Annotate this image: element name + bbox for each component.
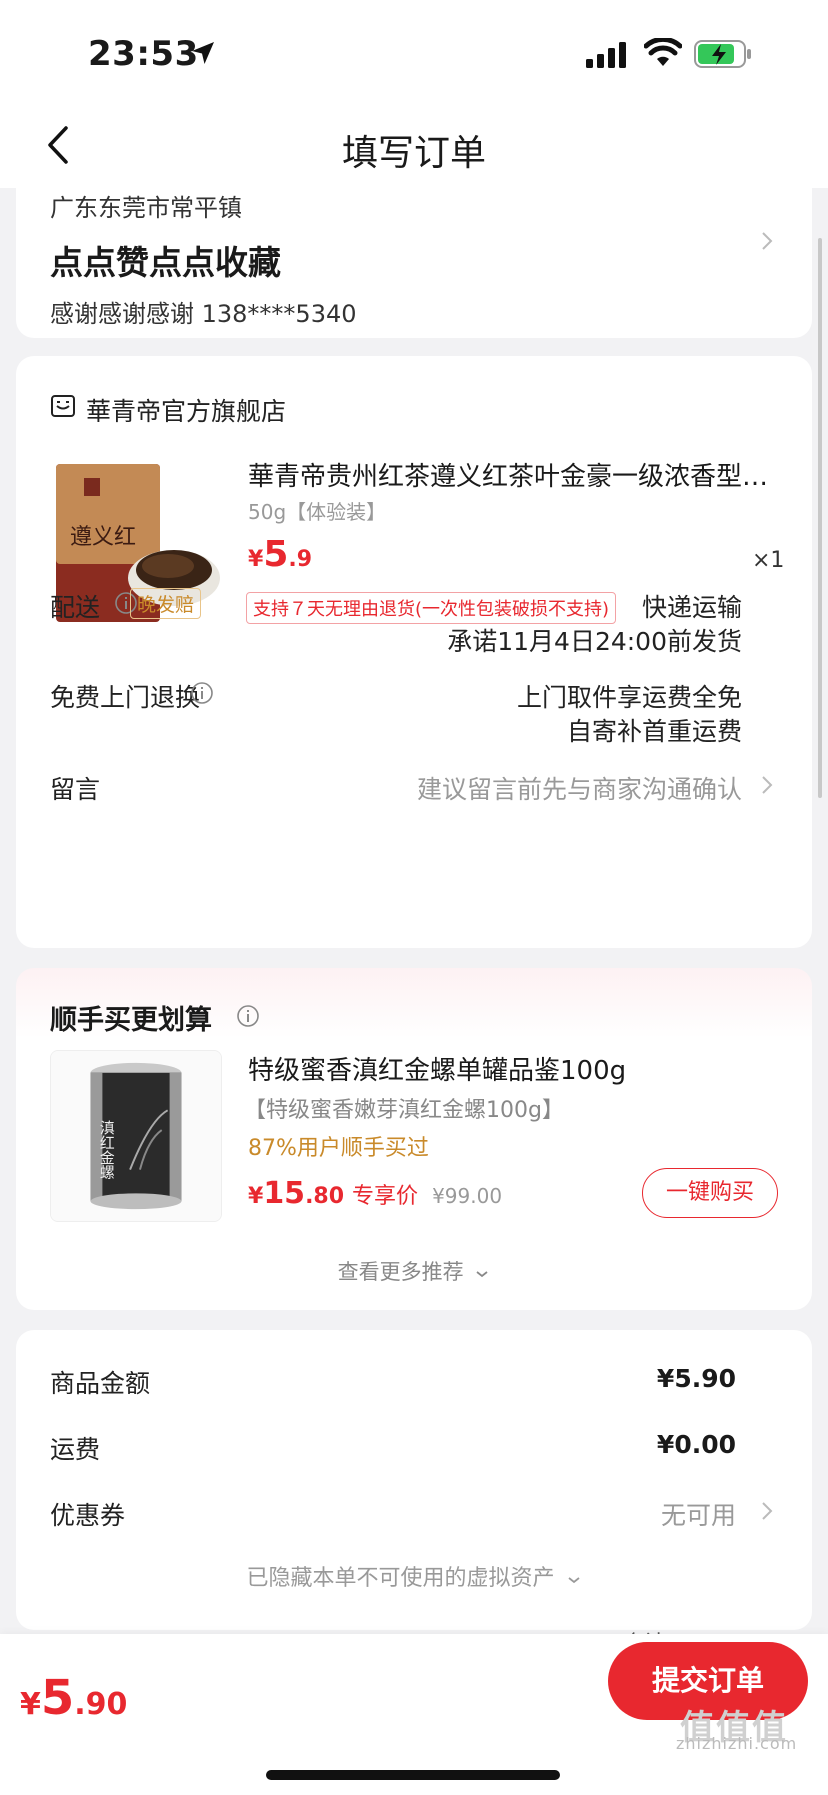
svg-text:遵义红: 遵义红	[70, 525, 136, 550]
wifi-icon	[644, 38, 682, 66]
svg-text:滇红金螺: 滇红金螺	[98, 1120, 115, 1180]
info-icon[interactable]	[190, 681, 214, 705]
status-time: 23:53	[88, 34, 199, 74]
hidden-assets-toggle[interactable]: 已隐藏本单不可使用的虚拟资产	[16, 1560, 812, 1592]
address-card[interactable]: 广东东莞市常平镇 点点赞点点收藏 感谢感谢感谢 138****5340	[16, 188, 812, 338]
battery-charging-icon	[694, 40, 751, 68]
one-click-buy-button[interactable]: 一键购买	[642, 1168, 778, 1218]
product-quantity: ×1	[752, 548, 785, 573]
status-bar: 23:53	[0, 0, 828, 100]
recommendation-card: 顺手买更划算 滇红金螺 特级蜜香滇红金螺单罐品鉴100g 【特级蜜香嫩芽滇红金螺…	[16, 968, 812, 1310]
location-arrow-icon	[192, 42, 214, 64]
address-contact: 感谢感谢感谢 138****5340	[50, 300, 357, 328]
chevron-right-icon	[762, 1502, 773, 1520]
store-icon	[51, 395, 75, 417]
store-card: 華青帝官方旗舰店 遵义红 華青帝贵州红茶遵义红茶叶金豪一级浓香型茶叶 50g【体…	[16, 356, 812, 948]
return-service-line2: 自寄补首重运费	[566, 717, 742, 746]
bottom-bar: ¥5.90 提交订单 值值值 zhizhizhi.com	[0, 1634, 828, 1795]
exclusive-price-label: 专享价	[352, 1184, 419, 1209]
return-policy-tag: 支持７天无理由退货(一次性包装破损不支持)	[246, 592, 617, 624]
product-spec: 50g【体验装】	[248, 500, 387, 524]
recommendation-spec: 【特级蜜香嫩芽滇红金螺100g】	[244, 1098, 564, 1123]
recommendation-title: 顺手买更划算	[50, 1005, 212, 1036]
recommendation-image[interactable]: 滇红金螺	[50, 1050, 222, 1222]
scrollbar[interactable]	[818, 238, 822, 798]
store-name[interactable]: 華青帝官方旗舰店	[86, 392, 286, 428]
address-region: 广东东莞市常平镇	[50, 194, 242, 222]
more-recommendations-link[interactable]: 查看更多推荐	[16, 1256, 812, 1286]
cellular-signal-icon	[586, 42, 626, 68]
delivery-method: 快递运输	[641, 593, 742, 622]
nav-bar: 填写订单	[0, 100, 828, 188]
chevron-right-icon	[762, 776, 773, 794]
info-icon[interactable]	[236, 1004, 260, 1028]
return-service-label: 免费上门退换	[50, 683, 201, 712]
page-title: 填写订单	[341, 133, 486, 174]
return-service-line1: 上门取件享运费全免	[516, 683, 742, 712]
order-summary-card: 商品金额 ¥5.90 运费 ¥0.00 优惠券 无可用 已隐藏本单不可使用的虚拟…	[16, 1330, 812, 1634]
recommendation-price: ¥15.80 专享价 ¥99.00	[248, 1176, 503, 1211]
original-price: ¥99.00	[432, 1184, 503, 1208]
chevron-down-icon	[567, 1577, 580, 1584]
watermark-text: zhizhizhi.com	[676, 1734, 798, 1753]
product-price: ¥5.9	[248, 534, 313, 575]
home-indicator[interactable]	[266, 1770, 560, 1780]
late-compensation-tag: 晚发赔	[130, 588, 202, 619]
delivery-promise: 承诺11月4日24:00前发货	[447, 627, 742, 656]
chevron-right-icon	[762, 232, 773, 250]
total-price: ¥5.90	[20, 1670, 128, 1726]
recommendation-name[interactable]: 特级蜜香滇红金螺单罐品鉴100g	[248, 1050, 626, 1087]
message-label: 留言	[50, 775, 101, 804]
recommendation-bought-rate: 87%用户顺手买过	[248, 1136, 429, 1161]
total-peek: 合计 ¥5.90	[622, 1626, 736, 1634]
address-detail: 点点赞点点收藏	[50, 243, 281, 282]
delivery-label: 配送	[50, 593, 101, 622]
chevron-down-icon	[476, 1271, 488, 1278]
product-title[interactable]: 華青帝贵州红茶遵义红茶叶金豪一级浓香型茶叶	[248, 456, 778, 493]
message-input[interactable]: 建议留言前先与商家沟通确认	[417, 770, 742, 806]
order-page: 23:53 填写订单 广东东莞市常平镇 点点赞点点收藏 感谢感谢感谢 138**…	[0, 0, 828, 1795]
